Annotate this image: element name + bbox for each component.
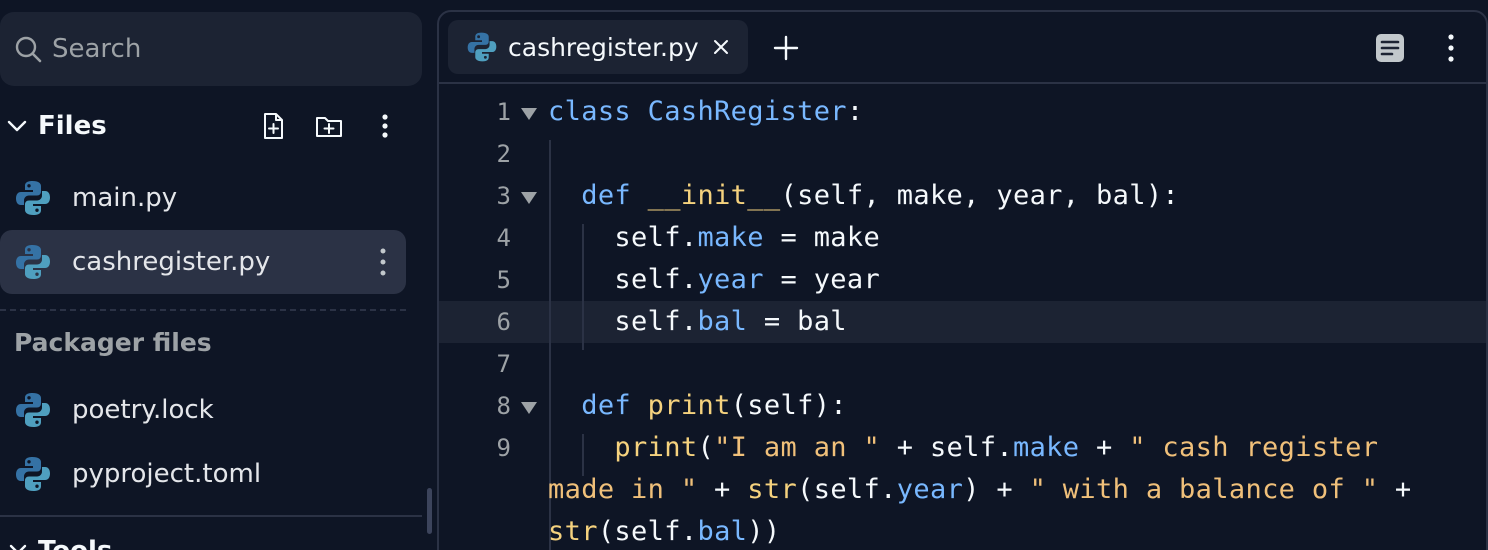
- line-number: 7: [496, 350, 511, 378]
- python-icon: [16, 457, 50, 491]
- sidebar-scrollbar[interactable]: [427, 488, 432, 534]
- sidebar: Search Files main.py cashregister.py Pac…: [0, 0, 432, 550]
- python-icon: [16, 245, 50, 279]
- fold-arrow-icon[interactable]: [519, 188, 539, 208]
- more-vertical-icon[interactable]: [1442, 31, 1460, 65]
- line-number: 5: [496, 266, 511, 294]
- chevron-down-icon[interactable]: [2, 111, 32, 141]
- code-line: def __init__(self, make, year, bal):: [581, 180, 1180, 211]
- section-divider: [0, 309, 406, 311]
- code-line: print("I am an " + self.make + " cash re…: [614, 432, 1379, 463]
- python-icon: [16, 181, 50, 215]
- files-section-header[interactable]: Files: [0, 104, 422, 148]
- more-vertical-icon[interactable]: [374, 246, 392, 278]
- code-editor-pane: cashregister.py 1 2 3 4 5 6 7 8 9 class …: [437, 10, 1488, 550]
- code-line: class CashRegister:: [548, 96, 864, 127]
- more-vertical-icon[interactable]: [370, 111, 400, 141]
- code-line: def print(self):: [581, 390, 847, 421]
- plus-icon[interactable]: [772, 34, 800, 62]
- file-name: cashregister.py: [72, 247, 271, 277]
- file-name: poetry.lock: [72, 395, 214, 425]
- file-item-poetry-lock[interactable]: poetry.lock: [0, 378, 406, 442]
- search-icon: [15, 36, 42, 63]
- files-section-title: Files: [38, 111, 107, 141]
- line-number: 8: [496, 392, 511, 420]
- fold-arrow-icon[interactable]: [519, 104, 539, 124]
- code-line: self.year = year: [548, 264, 881, 295]
- code-line: self.make = make: [548, 222, 881, 253]
- line-number: 2: [496, 140, 511, 168]
- file-name: pyproject.toml: [72, 459, 262, 489]
- tab-label: cashregister.py: [508, 32, 699, 62]
- search-placeholder: Search: [52, 34, 142, 64]
- python-icon: [16, 393, 50, 427]
- new-folder-icon[interactable]: [314, 111, 344, 141]
- python-icon: [467, 32, 497, 62]
- line-number: 4: [496, 224, 511, 252]
- close-icon[interactable]: [710, 36, 732, 58]
- file-item-main-py[interactable]: main.py: [0, 166, 406, 230]
- code-line: made in " + str(self.year) + " with a ba…: [548, 474, 1412, 505]
- code-line: self.bal = bal: [548, 306, 847, 337]
- line-number: 6: [496, 308, 511, 336]
- line-number: 9: [496, 434, 511, 462]
- search-box[interactable]: Search: [0, 12, 422, 86]
- code-line: str(self.bal)): [548, 516, 781, 547]
- file-name: main.py: [72, 183, 178, 213]
- section-divider: [0, 515, 422, 517]
- line-number: 3: [496, 182, 511, 210]
- new-file-icon[interactable]: [258, 111, 288, 141]
- chevron-down-icon[interactable]: [4, 536, 32, 550]
- packager-files-heading: Packager files: [14, 328, 212, 357]
- file-item-pyproject-toml[interactable]: pyproject.toml: [0, 442, 406, 506]
- file-item-cashregister-py[interactable]: cashregister.py: [0, 230, 406, 294]
- fold-arrow-icon[interactable]: [519, 398, 539, 418]
- layout-icon[interactable]: [1374, 32, 1406, 64]
- line-number: 1: [496, 98, 511, 126]
- tools-section-title[interactable]: Tools: [38, 536, 112, 550]
- editor-tab-bar: cashregister.py: [439, 12, 1486, 84]
- editor-tab-cashregister-py[interactable]: cashregister.py: [448, 20, 748, 74]
